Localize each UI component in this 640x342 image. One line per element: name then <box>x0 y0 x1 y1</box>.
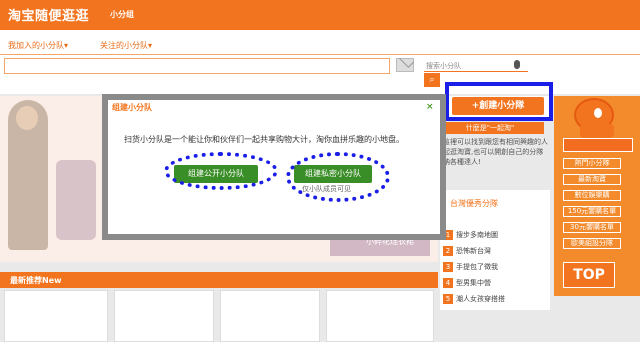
sidebar-button-30[interactable]: 30元饗購名單 <box>563 222 621 233</box>
sidebar-button-euro[interactable]: 歐美組設分隊 <box>563 238 621 249</box>
mascot-eye <box>594 108 602 118</box>
top-button[interactable]: TOP <box>563 262 615 288</box>
message-icon[interactable] <box>396 58 414 72</box>
mascot-body <box>580 124 614 138</box>
list-item[interactable]: 5 潮人女孩穿搭搭 <box>443 294 505 304</box>
list-item[interactable]: 3 手提包了徵我 <box>443 262 498 272</box>
model-photo-2 <box>56 160 96 240</box>
close-icon[interactable]: × <box>426 102 434 112</box>
sidebar-button-hot[interactable]: 熱門小分隊 <box>563 158 621 169</box>
divider <box>0 54 640 55</box>
top-bar <box>0 0 640 30</box>
new-section-bar <box>0 272 438 288</box>
sidebar-button-digital[interactable]: 數位娛樂購 <box>563 190 621 201</box>
search-input[interactable]: 搜索小分队 <box>424 58 528 72</box>
model-photo <box>8 100 48 250</box>
search-button[interactable]: ⌕ <box>424 73 440 87</box>
list-item[interactable]: 2 恐怖新台灣 <box>443 246 491 256</box>
new-section-label: 最新推荐New <box>10 276 62 285</box>
list-item[interactable]: 1 搜步多南地圖 <box>443 230 498 240</box>
what-is-link[interactable]: 什麽是"一起淘" <box>436 122 544 134</box>
tab-followed-groups[interactable]: 关注的小分队▾ <box>100 40 152 51</box>
sidebar-button-new[interactable]: 最新淘寶 <box>563 174 621 185</box>
highlight-ellipse <box>286 152 390 202</box>
dialog-text: 扫货小分队是一个能让你和伙伴们一起共享购物大计，淘你血拼乐趣的小地盘。 <box>124 135 404 144</box>
thumb-1[interactable] <box>4 290 108 342</box>
group-link[interactable]: 小分组 <box>110 9 134 20</box>
thumb-3[interactable] <box>220 290 320 342</box>
thumb-2[interactable] <box>114 290 214 342</box>
sidebar-button-150[interactable]: 150元饗購名單 <box>563 206 621 217</box>
ribbon <box>563 138 633 152</box>
main-input[interactable] <box>4 58 390 74</box>
tab-joined-groups[interactable]: 我加入的小分队▾ <box>8 40 68 51</box>
highlight-ellipse <box>164 152 278 190</box>
thumb-4[interactable] <box>326 290 434 342</box>
highlight-box <box>445 82 553 121</box>
description-text: 在這裡可以找到跟您有相同興趣的人一起逛淘寶,也可以開創自己的分隊廣納各種達人! <box>436 138 548 166</box>
list-title: 台灣優秀分隊 <box>450 199 498 208</box>
dialog-title: 组建小分队 <box>112 103 152 112</box>
list-item[interactable]: 4 型男集中營 <box>443 278 491 288</box>
mic-icon[interactable] <box>514 60 520 69</box>
taobao-logo[interactable]: 淘宝随便逛逛 <box>8 5 89 24</box>
